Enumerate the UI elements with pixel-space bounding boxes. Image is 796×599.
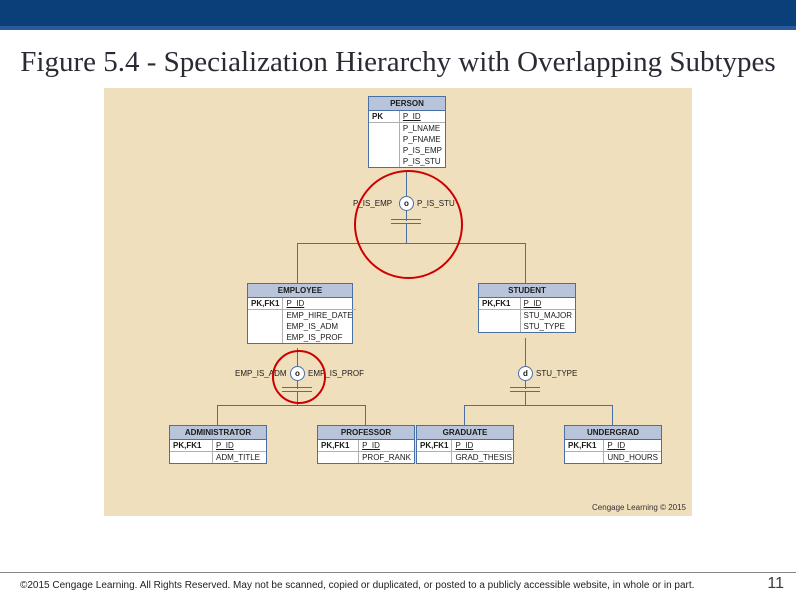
connector-line <box>464 405 465 425</box>
student-attr: STU_MAJOR <box>520 310 575 322</box>
professor-pk-label: PK,FK1 <box>318 440 359 452</box>
person-attr: P_LNAME <box>399 123 445 135</box>
administrator-pk-label: PK,FK1 <box>170 440 213 452</box>
graduate-pk-label: PK,FK1 <box>417 440 452 452</box>
entity-graduate: GRADUATE PK,FK1 P_ID GRAD_THESIS <box>416 425 514 464</box>
employee-pk-label: PK,FK1 <box>248 298 283 310</box>
entity-student-header: STUDENT <box>479 284 575 298</box>
connector-line <box>525 391 526 405</box>
entity-undergrad-header: UNDERGRAD <box>565 426 661 440</box>
graduate-attr: GRAD_THESIS <box>452 452 515 464</box>
header-bar <box>0 0 796 30</box>
slide-number: 11 <box>767 575 784 593</box>
undergrad-pk-attr: P_ID <box>607 441 625 450</box>
person-pk-label: PK <box>369 111 399 123</box>
entity-student: STUDENT PK,FK1 P_ID STU_MAJOR STU_TYPE <box>478 283 576 333</box>
undergrad-pk-label: PK,FK1 <box>565 440 604 452</box>
person-attr: P_IS_STU <box>399 156 445 167</box>
footer-copyright: ©2015 Cengage Learning. All Rights Reser… <box>20 580 694 591</box>
undergrad-attr: UND_HOURS <box>604 452 661 464</box>
entity-undergrad: UNDERGRAD PK,FK1 P_ID UND_HOURS <box>564 425 662 464</box>
connector-line <box>612 405 613 425</box>
discr-stu-right: STU_TYPE <box>536 369 577 378</box>
employee-attr: EMP_HIRE_DATE <box>283 310 356 322</box>
entity-professor: PROFESSOR PK,FK1 P_ID PROF_RANK <box>317 425 415 464</box>
connector-line <box>525 243 526 283</box>
connector-line <box>297 243 298 283</box>
highlight-circle-small <box>272 350 326 404</box>
entity-administrator: ADMINISTRATOR PK,FK1 P_ID ADM_TITLE <box>169 425 267 464</box>
entity-professor-header: PROFESSOR <box>318 426 414 440</box>
employee-attr: EMP_IS_PROF <box>283 332 356 343</box>
professor-attr: PROF_RANK <box>359 452 414 464</box>
student-pk-attr: P_ID <box>524 299 542 308</box>
administrator-attr: ADM_TITLE <box>213 452 267 464</box>
connector-line <box>464 405 612 406</box>
person-attr: P_IS_EMP <box>399 145 445 156</box>
graduate-pk-attr: P_ID <box>455 441 473 450</box>
person-pk-attr: P_ID <box>403 112 421 121</box>
employee-attr: EMP_IS_ADM <box>283 321 356 332</box>
connector-line <box>217 405 218 425</box>
professor-pk-attr: P_ID <box>362 441 380 450</box>
administrator-pk-attr: P_ID <box>216 441 234 450</box>
connector-line <box>525 338 526 366</box>
entity-employee: EMPLOYEE PK,FK1 P_ID EMP_HIRE_DATE EMP_I… <box>247 283 353 344</box>
entity-person: PERSON PK P_ID P_LNAME P_FNAME P_IS_EMP … <box>368 96 446 168</box>
completeness-bar <box>510 387 540 388</box>
diagram-canvas: PERSON PK P_ID P_LNAME P_FNAME P_IS_EMP … <box>104 88 692 516</box>
person-attr: P_FNAME <box>399 134 445 145</box>
diagram-copyright: Cengage Learning © 2015 <box>592 503 686 512</box>
slide-title: Figure 5.4 - Specialization Hierarchy wi… <box>20 44 776 80</box>
entity-person-header: PERSON <box>369 97 445 111</box>
entity-administrator-header: ADMINISTRATOR <box>170 426 266 440</box>
highlight-circle-large <box>354 170 463 279</box>
student-pk-label: PK,FK1 <box>479 298 520 310</box>
connector-line <box>365 405 366 425</box>
entity-graduate-header: GRADUATE <box>417 426 513 440</box>
entity-employee-header: EMPLOYEE <box>248 284 352 298</box>
student-attr: STU_TYPE <box>520 321 575 332</box>
footer-divider <box>0 572 796 573</box>
discriminator-stu: d <box>518 366 533 381</box>
employee-pk-attr: P_ID <box>286 299 304 308</box>
connector-line <box>217 405 365 406</box>
